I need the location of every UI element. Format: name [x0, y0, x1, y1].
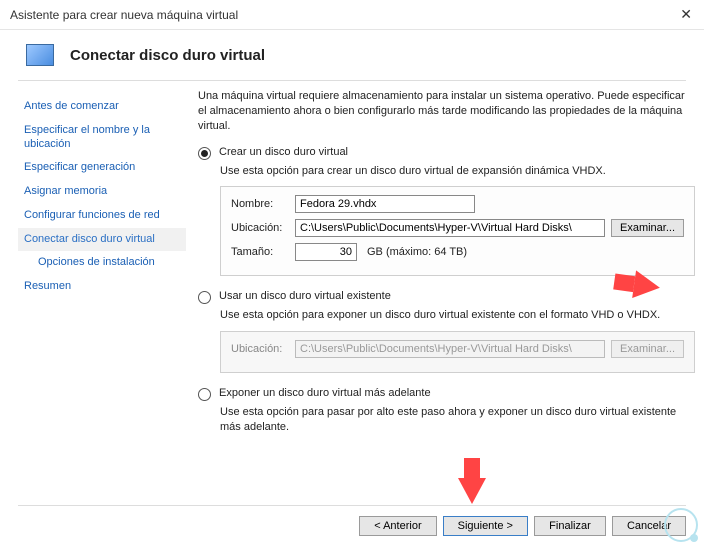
name-label: Nombre:	[231, 198, 289, 210]
watermark-icon	[664, 508, 698, 542]
intro-text: Una máquina virtual requiere almacenamie…	[198, 89, 695, 134]
sidebar-item-connect-vhd[interactable]: Conectar disco duro virtual	[18, 228, 186, 252]
sidebar-item-specify-generation[interactable]: Especificar generación	[18, 156, 186, 180]
vm-icon	[26, 44, 54, 66]
close-icon[interactable]: ✕	[680, 6, 692, 23]
existing-browse-button: Examinar...	[611, 340, 684, 358]
radio-attach-later-label: Exponer un disco duro virtual más adelan…	[219, 387, 431, 399]
name-input[interactable]	[295, 195, 475, 213]
size-unit: GB (máximo: 64 TB)	[367, 246, 467, 258]
sidebar-item-configure-networking[interactable]: Configurar funciones de red	[18, 204, 186, 228]
radio-attach-later[interactable]	[198, 388, 211, 401]
location-label: Ubicación:	[231, 222, 289, 234]
existing-location-label: Ubicación:	[231, 343, 289, 355]
main-content: Una máquina virtual requiere almacenamie…	[186, 89, 695, 499]
use-existing-form: Ubicación: Examinar...	[220, 331, 695, 373]
size-label: Tamaño:	[231, 246, 289, 258]
use-existing-desc: Use esta opción para exponer un disco du…	[220, 308, 695, 323]
sidebar-item-installation-options[interactable]: Opciones de instalación	[18, 251, 186, 275]
browse-button[interactable]: Examinar...	[611, 219, 684, 237]
wizard-header: Conectar disco duro virtual	[0, 30, 704, 76]
sidebar-item-assign-memory[interactable]: Asignar memoria	[18, 180, 186, 204]
location-input[interactable]	[295, 219, 605, 237]
annotation-arrow-icon	[632, 270, 662, 301]
existing-location-input	[295, 340, 605, 358]
page-title: Conectar disco duro virtual	[70, 47, 265, 64]
radio-create-vhd[interactable]	[198, 147, 211, 160]
create-vhd-form: Nombre: Ubicación: Examinar... Tamaño: G…	[220, 186, 695, 276]
sidebar-item-before-you-begin[interactable]: Antes de comenzar	[18, 95, 186, 119]
next-button[interactable]: Siguiente >	[443, 516, 528, 536]
radio-create-vhd-label: Crear un disco duro virtual	[219, 146, 348, 158]
attach-later-desc: Use esta opción para pasar por alto este…	[220, 405, 695, 435]
radio-use-existing-label: Usar un disco duro virtual existente	[219, 290, 391, 302]
wizard-steps: Antes de comenzar Especificar el nombre …	[18, 89, 186, 499]
finish-button[interactable]: Finalizar	[534, 516, 606, 536]
annotation-arrow-icon	[458, 478, 486, 504]
titlebar: Asistente para crear nueva máquina virtu…	[0, 0, 704, 30]
sidebar-item-specify-name[interactable]: Especificar el nombre y la ubicación	[18, 119, 186, 157]
sidebar-item-summary[interactable]: Resumen	[18, 275, 186, 299]
size-input[interactable]	[295, 243, 357, 261]
header-divider	[18, 80, 686, 81]
previous-button[interactable]: < Anterior	[359, 516, 436, 536]
wizard-footer: < Anterior Siguiente > Finalizar Cancela…	[18, 505, 686, 536]
window-title: Asistente para crear nueva máquina virtu…	[10, 8, 238, 22]
radio-use-existing-vhd[interactable]	[198, 291, 211, 304]
create-vhd-desc: Use esta opción para crear un disco duro…	[220, 164, 695, 179]
